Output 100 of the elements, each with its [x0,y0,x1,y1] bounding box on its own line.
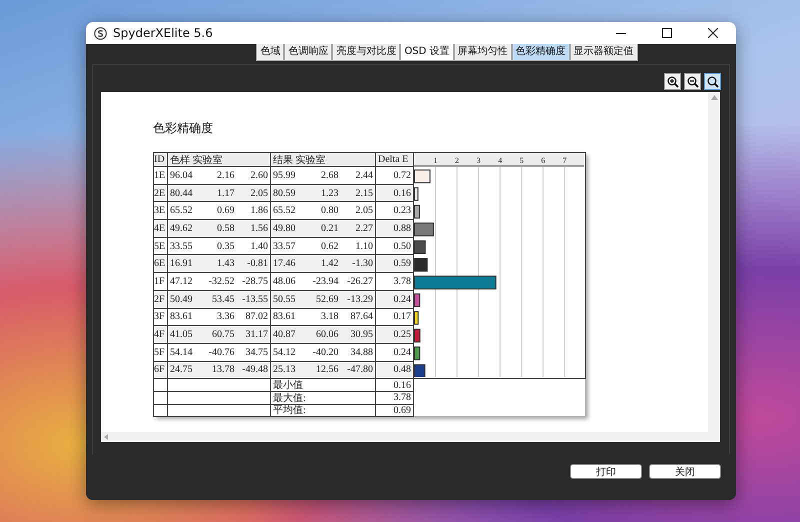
lab-value: 1.23 [320,188,338,199]
vertical-scrollbar[interactable] [708,92,720,432]
lab-value: 16.91 [170,258,194,270]
column-header: 色样 实验室 [167,152,271,167]
lab-value: 60.75 [211,329,234,340]
axis-tick-label: 6 [541,156,546,165]
lab-value: 49.80 [273,222,296,234]
tab[interactable]: 色调响应 [284,44,332,61]
zoom-out-icon [686,76,698,88]
search-icon [706,76,718,88]
table-cell: 0.69 [375,404,414,418]
lab-value: -26.27 [346,276,373,287]
axis-tick-label: 4 [498,156,502,165]
lab-value: -1.30 [351,258,373,270]
lab-value: 2.44 [354,170,373,181]
lab-value: 34.88 [350,346,373,358]
lab-value: 50.49 [170,294,194,305]
lab-value: 2.05 [250,188,268,199]
lab-value: 47.12 [170,276,194,287]
scroll-left-arrow-icon [104,434,108,440]
tab[interactable]: OSD 设置 [400,44,454,61]
zoom-in-icon [666,76,678,88]
lab-value: 0.69 [216,205,234,216]
lab-value: 50.55 [273,294,296,305]
tab[interactable]: 显示器额定值 [570,44,638,61]
lab-value: 54.14 [170,346,194,358]
lab-value: 2.68 [320,170,338,181]
lab-value: 1.86 [250,205,268,216]
lab-value: 95.99 [273,170,296,181]
zoom-button[interactable] [664,73,681,90]
axis-tick-label: 3 [476,156,481,165]
lab-value: 12.56 [315,364,338,376]
lab-value: 25.13 [273,364,296,376]
report-title: 色彩精确度 [153,120,214,137]
lab-value: 1.10 [354,240,373,252]
zoom-button[interactable] [684,73,701,90]
lab-value: -0.81 [246,258,268,270]
lab-value: -23.94 [312,276,338,287]
lab-value: 2.05 [354,205,373,216]
lab-value: 65.52 [170,205,194,216]
lab-value: 60.06 [315,329,338,340]
lab-value: 40.87 [273,329,296,340]
lab-value: -13.29 [346,294,373,305]
lab-value: 2.60 [250,170,268,181]
minimize-icon [616,32,626,34]
dialog-button[interactable]: 关闭 [649,464,721,479]
lab-value: 1.43 [216,258,234,270]
tab[interactable]: 色域 [256,44,284,61]
lab-value: 0.62 [320,240,338,252]
lab-value: 3.36 [216,311,234,322]
tab[interactable]: 屏幕均匀性 [454,44,512,61]
lab-value: 34.75 [244,346,268,358]
lab-value: -49.48 [241,364,268,376]
table-cell: 平均值: [270,404,376,418]
lab-value: 53.45 [211,294,234,305]
lab-value: 52.69 [315,294,338,305]
lab-value: 80.59 [273,188,296,199]
zoom-button[interactable] [704,73,721,90]
lab-value: 0.35 [216,240,234,252]
lab-value: 41.05 [170,329,194,340]
lab-value: 65.52 [273,205,296,216]
lab-value: 87.64 [350,311,373,322]
lab-value: 80.44 [170,188,194,199]
axis-tick-label: 1 [434,156,438,165]
lab-value: 33.55 [170,240,194,252]
lab-value: 33.57 [273,240,296,252]
window-title: SpyderXElite 5.6 [113,26,214,40]
lab-value: 17.46 [273,258,296,270]
table-cell: 0.24 [375,290,414,308]
app-logo-icon [94,26,107,40]
lab-value: 87.02 [244,311,268,322]
lab-value: 2.15 [354,188,373,199]
axis-tick-label: 7 [562,156,567,165]
lab-value: 3.18 [320,311,338,322]
lab-value: 13.78 [211,364,234,376]
table-cell: 0.88 [375,219,414,238]
tab[interactable]: 亮度与对比度 [332,44,400,61]
lab-value: 2.16 [216,170,234,181]
lab-value: 48.06 [273,276,296,287]
axis-tick-label: 5 [520,156,524,165]
lab-value: -13.55 [241,294,268,305]
lab-value: -32.52 [208,276,234,287]
lab-value: 1.56 [250,222,268,234]
tab[interactable]: 色彩精确度 [512,44,570,61]
lab-value: 49.62 [170,222,194,234]
lab-value: 0.58 [216,222,234,234]
maximize-icon [662,28,672,38]
scroll-up-arrow-icon [710,95,718,100]
lab-value: -47.80 [346,364,373,376]
column-header: 结果 实验室 [270,152,376,167]
dialog-button[interactable]: 打印 [570,464,642,479]
horizontal-scrollbar[interactable] [101,432,720,442]
lab-value: 1.40 [250,240,268,252]
lab-value: 1.42 [320,258,338,270]
lab-value: -40.76 [208,346,234,358]
lab-value: 1.17 [216,188,234,199]
lab-value: 0.21 [320,222,338,234]
lab-value: 54.12 [273,346,296,358]
lab-value: 2.27 [354,222,373,234]
lab-value: 83.61 [273,311,296,322]
